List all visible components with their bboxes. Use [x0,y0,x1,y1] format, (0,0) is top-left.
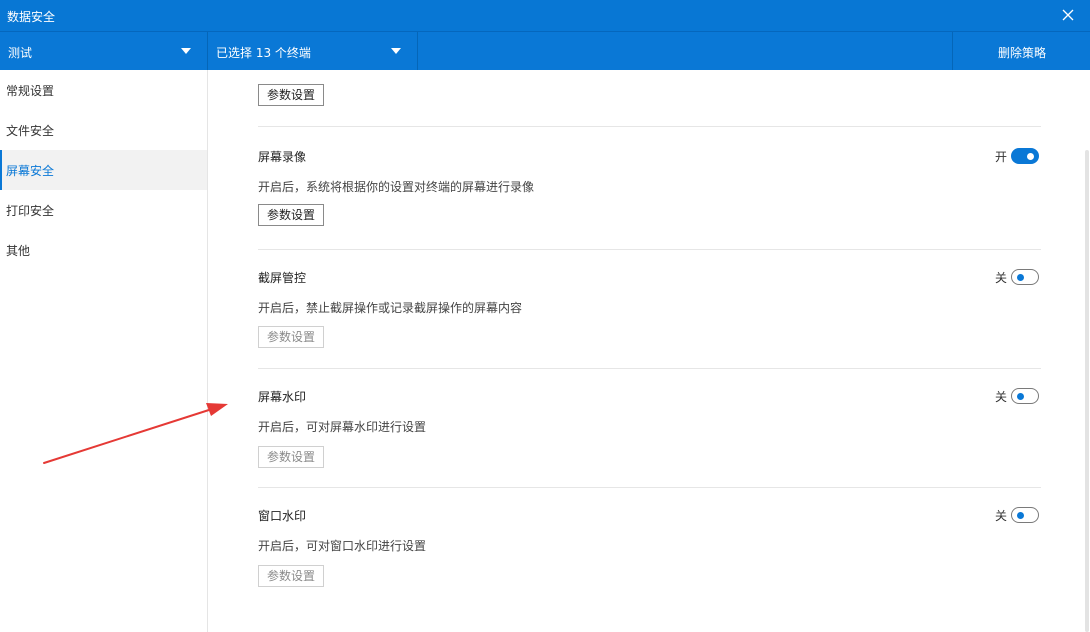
window-title: 数据安全 [7,10,56,24]
sidebar: 常规设置 文件安全 屏幕安全 打印安全 其他 [0,70,208,632]
caret-down-icon [391,48,401,54]
section-divider [258,249,1041,250]
param-settings-button[interactable]: 参数设置 [258,204,324,226]
toggle-state-label: 关 [994,509,1007,523]
sidebar-item-screen-security[interactable]: 屏幕安全 [0,150,207,190]
scrollbar[interactable] [1085,150,1089,632]
toggle-state-label: 开 [994,150,1007,164]
param-settings-button[interactable]: 参数设置 [258,446,324,468]
toggle-knob [1017,273,1024,281]
param-settings-button[interactable]: 参数设置 [258,565,324,587]
section-screen-watermark: 屏幕水印 关 开启后，可对屏幕水印进行设置 参数设置 [258,388,1041,468]
title-bar: 数据安全 [0,0,1090,31]
section-divider [258,487,1041,488]
sidebar-item-file-security[interactable]: 文件安全 [0,110,207,150]
sidebar-item-label: 文件安全 [6,124,55,138]
toggle-knob [1017,511,1024,519]
screen-watermark-toggle[interactable] [1011,388,1039,404]
section-window-watermark: 窗口水印 关 开启后，可对窗口水印进行设置 参数设置 [258,507,1041,587]
section-description: 开启后，可对屏幕水印进行设置 [258,420,427,434]
settings-panel: 参数设置 屏幕录像 开 开启后，系统将根据你的设置对终端的屏幕进行录像 参数设置… [208,70,1090,632]
toggle-state-label: 关 [994,390,1007,404]
section-description: 开启后，禁止截屏操作或记录截屏操作的屏幕内容 [258,301,523,315]
section-screenshot-control: 截屏管控 关 开启后，禁止截屏操作或记录截屏操作的屏幕内容 参数设置 [258,269,1041,349]
caret-down-icon [181,48,191,54]
delete-policy-button[interactable]: 删除策略 [952,32,1090,70]
screen-recording-toggle[interactable] [1011,148,1039,164]
toggle-group: 关 [979,269,1039,285]
toggle-state-label: 关 [994,271,1007,285]
terminal-dropdown-value: 已选择 13 个终端 [216,46,311,60]
sidebar-item-print-security[interactable]: 打印安全 [0,190,207,230]
sidebar-item-label: 其他 [6,244,31,258]
sidebar-item-label: 打印安全 [6,204,55,218]
toggle-group: 开 [979,148,1039,164]
policy-toolbar: 测试 已选择 13 个终端 删除策略 [0,31,1090,70]
section-title: 窗口水印 [258,509,307,523]
section-screen-recording: 屏幕录像 开 开启后，系统将根据你的设置对终端的屏幕进行录像 参数设置 [258,148,1041,228]
toggle-group: 关 [979,388,1039,404]
section-description: 开启后，系统将根据你的设置对终端的屏幕进行录像 [258,180,535,194]
section-title: 屏幕水印 [258,390,307,404]
param-settings-button[interactable]: 参数设置 [258,84,324,106]
sidebar-item-other[interactable]: 其他 [0,230,207,270]
section-description: 开启后，可对窗口水印进行设置 [258,539,427,553]
section-title: 截屏管控 [258,271,307,285]
sidebar-item-general[interactable]: 常规设置 [0,70,207,110]
policy-dropdown[interactable]: 测试 [0,32,208,70]
delete-policy-label: 删除策略 [998,46,1047,60]
section-divider [258,368,1041,369]
section-divider [258,126,1041,127]
sidebar-item-label: 屏幕安全 [6,164,55,178]
toggle-knob [1027,152,1034,160]
sidebar-item-label: 常规设置 [6,84,55,98]
toggle-group: 关 [979,507,1039,523]
section-title: 屏幕录像 [258,150,307,164]
close-icon [1062,9,1074,21]
toggle-knob [1017,392,1024,400]
terminal-dropdown[interactable]: 已选择 13 个终端 [208,32,418,70]
param-settings-button[interactable]: 参数设置 [258,326,324,348]
screenshot-control-toggle[interactable] [1011,269,1039,285]
close-button[interactable] [1046,0,1090,31]
policy-dropdown-value: 测试 [8,46,33,60]
window-watermark-toggle[interactable] [1011,507,1039,523]
